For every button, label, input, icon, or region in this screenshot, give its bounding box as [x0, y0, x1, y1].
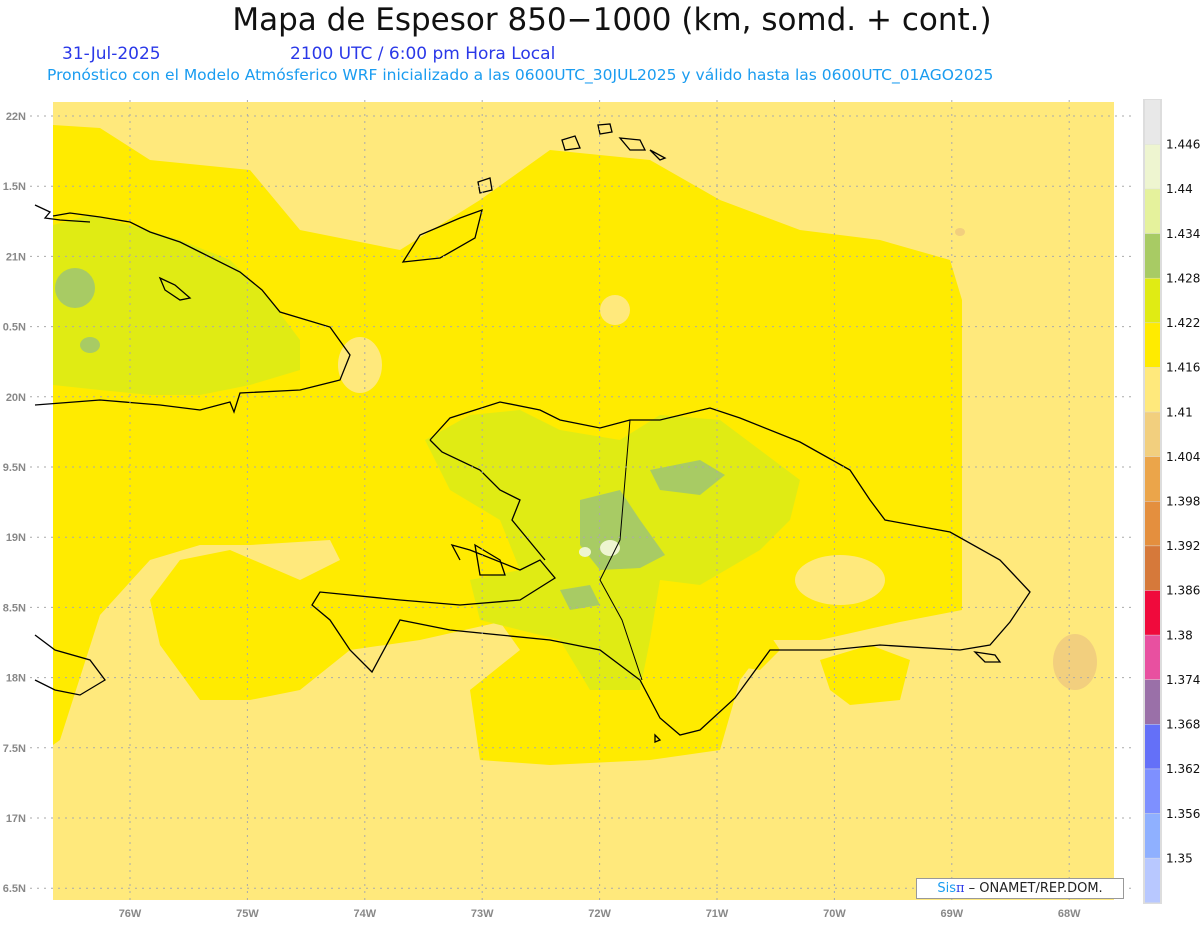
- lat-label: 22N: [6, 111, 26, 123]
- colorbar-swatch: [1145, 724, 1160, 769]
- credit-box: Sisπ – ONAMET/REP.DOM.: [916, 878, 1124, 899]
- lat-label: 7.5N: [3, 743, 26, 755]
- colorbar-label: 1.416: [1166, 361, 1200, 375]
- lon-label: 72W: [588, 908, 611, 920]
- colorbar-swatch: [1145, 769, 1160, 814]
- lat-label: 8.5N: [3, 602, 26, 614]
- colorbar-swatch: [1145, 189, 1160, 234]
- lon-label: 68W: [1058, 908, 1081, 920]
- lon-label: 76W: [119, 908, 142, 920]
- lat-label: 0.5N: [3, 322, 26, 334]
- colorbar-label: 1.386: [1166, 584, 1200, 598]
- credit-pi: π: [955, 881, 965, 896]
- forecast-date: 31-Jul-2025: [62, 44, 161, 64]
- colorbar-swatch: [1145, 546, 1160, 591]
- colorbar-swatch: [1145, 501, 1160, 546]
- colorbar-swatch: [1145, 233, 1160, 278]
- colorbar-label: 1.362: [1166, 762, 1200, 776]
- shade-1404: [1053, 634, 1097, 690]
- colorbar-label: 1.446: [1166, 138, 1200, 152]
- colorbar-swatch: [1145, 100, 1160, 145]
- lon-labels: 76W 75W 74W 73W 72W 71W 70W 69W 68W: [119, 908, 1081, 920]
- colorbar-label: 1.41: [1166, 405, 1193, 419]
- lat-labels: 22N 1.5N 21N 0.5N 20N 9.5N 19N 8.5N 18N 7.5N 17N 6.…: [3, 111, 26, 895]
- colorbar-swatch: [1145, 144, 1160, 189]
- model-subtitle: Pronóstico con el Modelo Atmósferico WRF…: [47, 66, 994, 84]
- lat-label: 19N: [6, 532, 26, 544]
- colorbar-label: 1.392: [1166, 539, 1200, 553]
- colorbar-label: 1.422: [1166, 316, 1200, 330]
- colorbar-label: 1.398: [1166, 495, 1200, 509]
- map-title: Mapa de Espesor 850−1000 (km, somd. + co…: [232, 2, 992, 38]
- thickness-map: 22N 1.5N 21N 0.5N 20N 9.5N 19N 8.5N 18N 7.5N 17N 6.…: [3, 99, 1200, 920]
- lon-label: 74W: [353, 908, 376, 920]
- lat-label: 17N: [6, 813, 26, 825]
- shading: [53, 102, 1114, 900]
- colorbar-label: 1.38: [1166, 628, 1193, 642]
- lat-label: 1.5N: [3, 181, 26, 193]
- colorbar-swatch: [1145, 679, 1160, 725]
- lat-label: 6.5N: [3, 883, 26, 895]
- colorbar-swatch: [1145, 858, 1160, 903]
- colorbar-label: 1.404: [1166, 450, 1200, 464]
- colorbar-label: 1.35: [1166, 851, 1193, 865]
- colorbar: 1.446 1.44 1.434 1.428 1.422 1.416 1.41 1.404 1.…: [1143, 99, 1200, 904]
- colorbar-swatch: [1145, 456, 1160, 501]
- lon-label: 70W: [823, 908, 846, 920]
- lat-label: 9.5N: [3, 462, 26, 474]
- colorbar-label: 1.374: [1166, 673, 1200, 687]
- colorbar-label: 1.44: [1166, 182, 1193, 196]
- colorbar-label: 1.356: [1166, 807, 1200, 821]
- colorbar-swatch: [1145, 367, 1160, 412]
- colorbar-swatch: [1145, 813, 1160, 858]
- credit-sis: Sis: [937, 881, 956, 896]
- colorbar-swatch: [1145, 635, 1160, 680]
- forecast-time: 2100 UTC / 6:00 pm Hora Local: [290, 44, 556, 64]
- shade-1440: [600, 540, 620, 556]
- colorbar-swatch: [1145, 412, 1160, 457]
- lat-label: 21N: [6, 251, 26, 263]
- lon-label: 75W: [236, 908, 259, 920]
- lon-label: 71W: [706, 908, 729, 920]
- colorbar-swatch: [1145, 278, 1160, 323]
- colorbar-swatch: [1145, 590, 1160, 635]
- lat-label: 18N: [6, 673, 26, 685]
- lon-label: 73W: [471, 908, 494, 920]
- colorbar-swatch: [1145, 323, 1160, 368]
- colorbar-label: 1.434: [1166, 227, 1200, 241]
- lat-label: 20N: [6, 392, 26, 404]
- credit-text: – ONAMET/REP.DOM.: [964, 881, 1103, 896]
- colorbar-label: 1.368: [1166, 718, 1200, 732]
- colorbar-label: 1.428: [1166, 271, 1200, 285]
- lon-label: 69W: [940, 908, 963, 920]
